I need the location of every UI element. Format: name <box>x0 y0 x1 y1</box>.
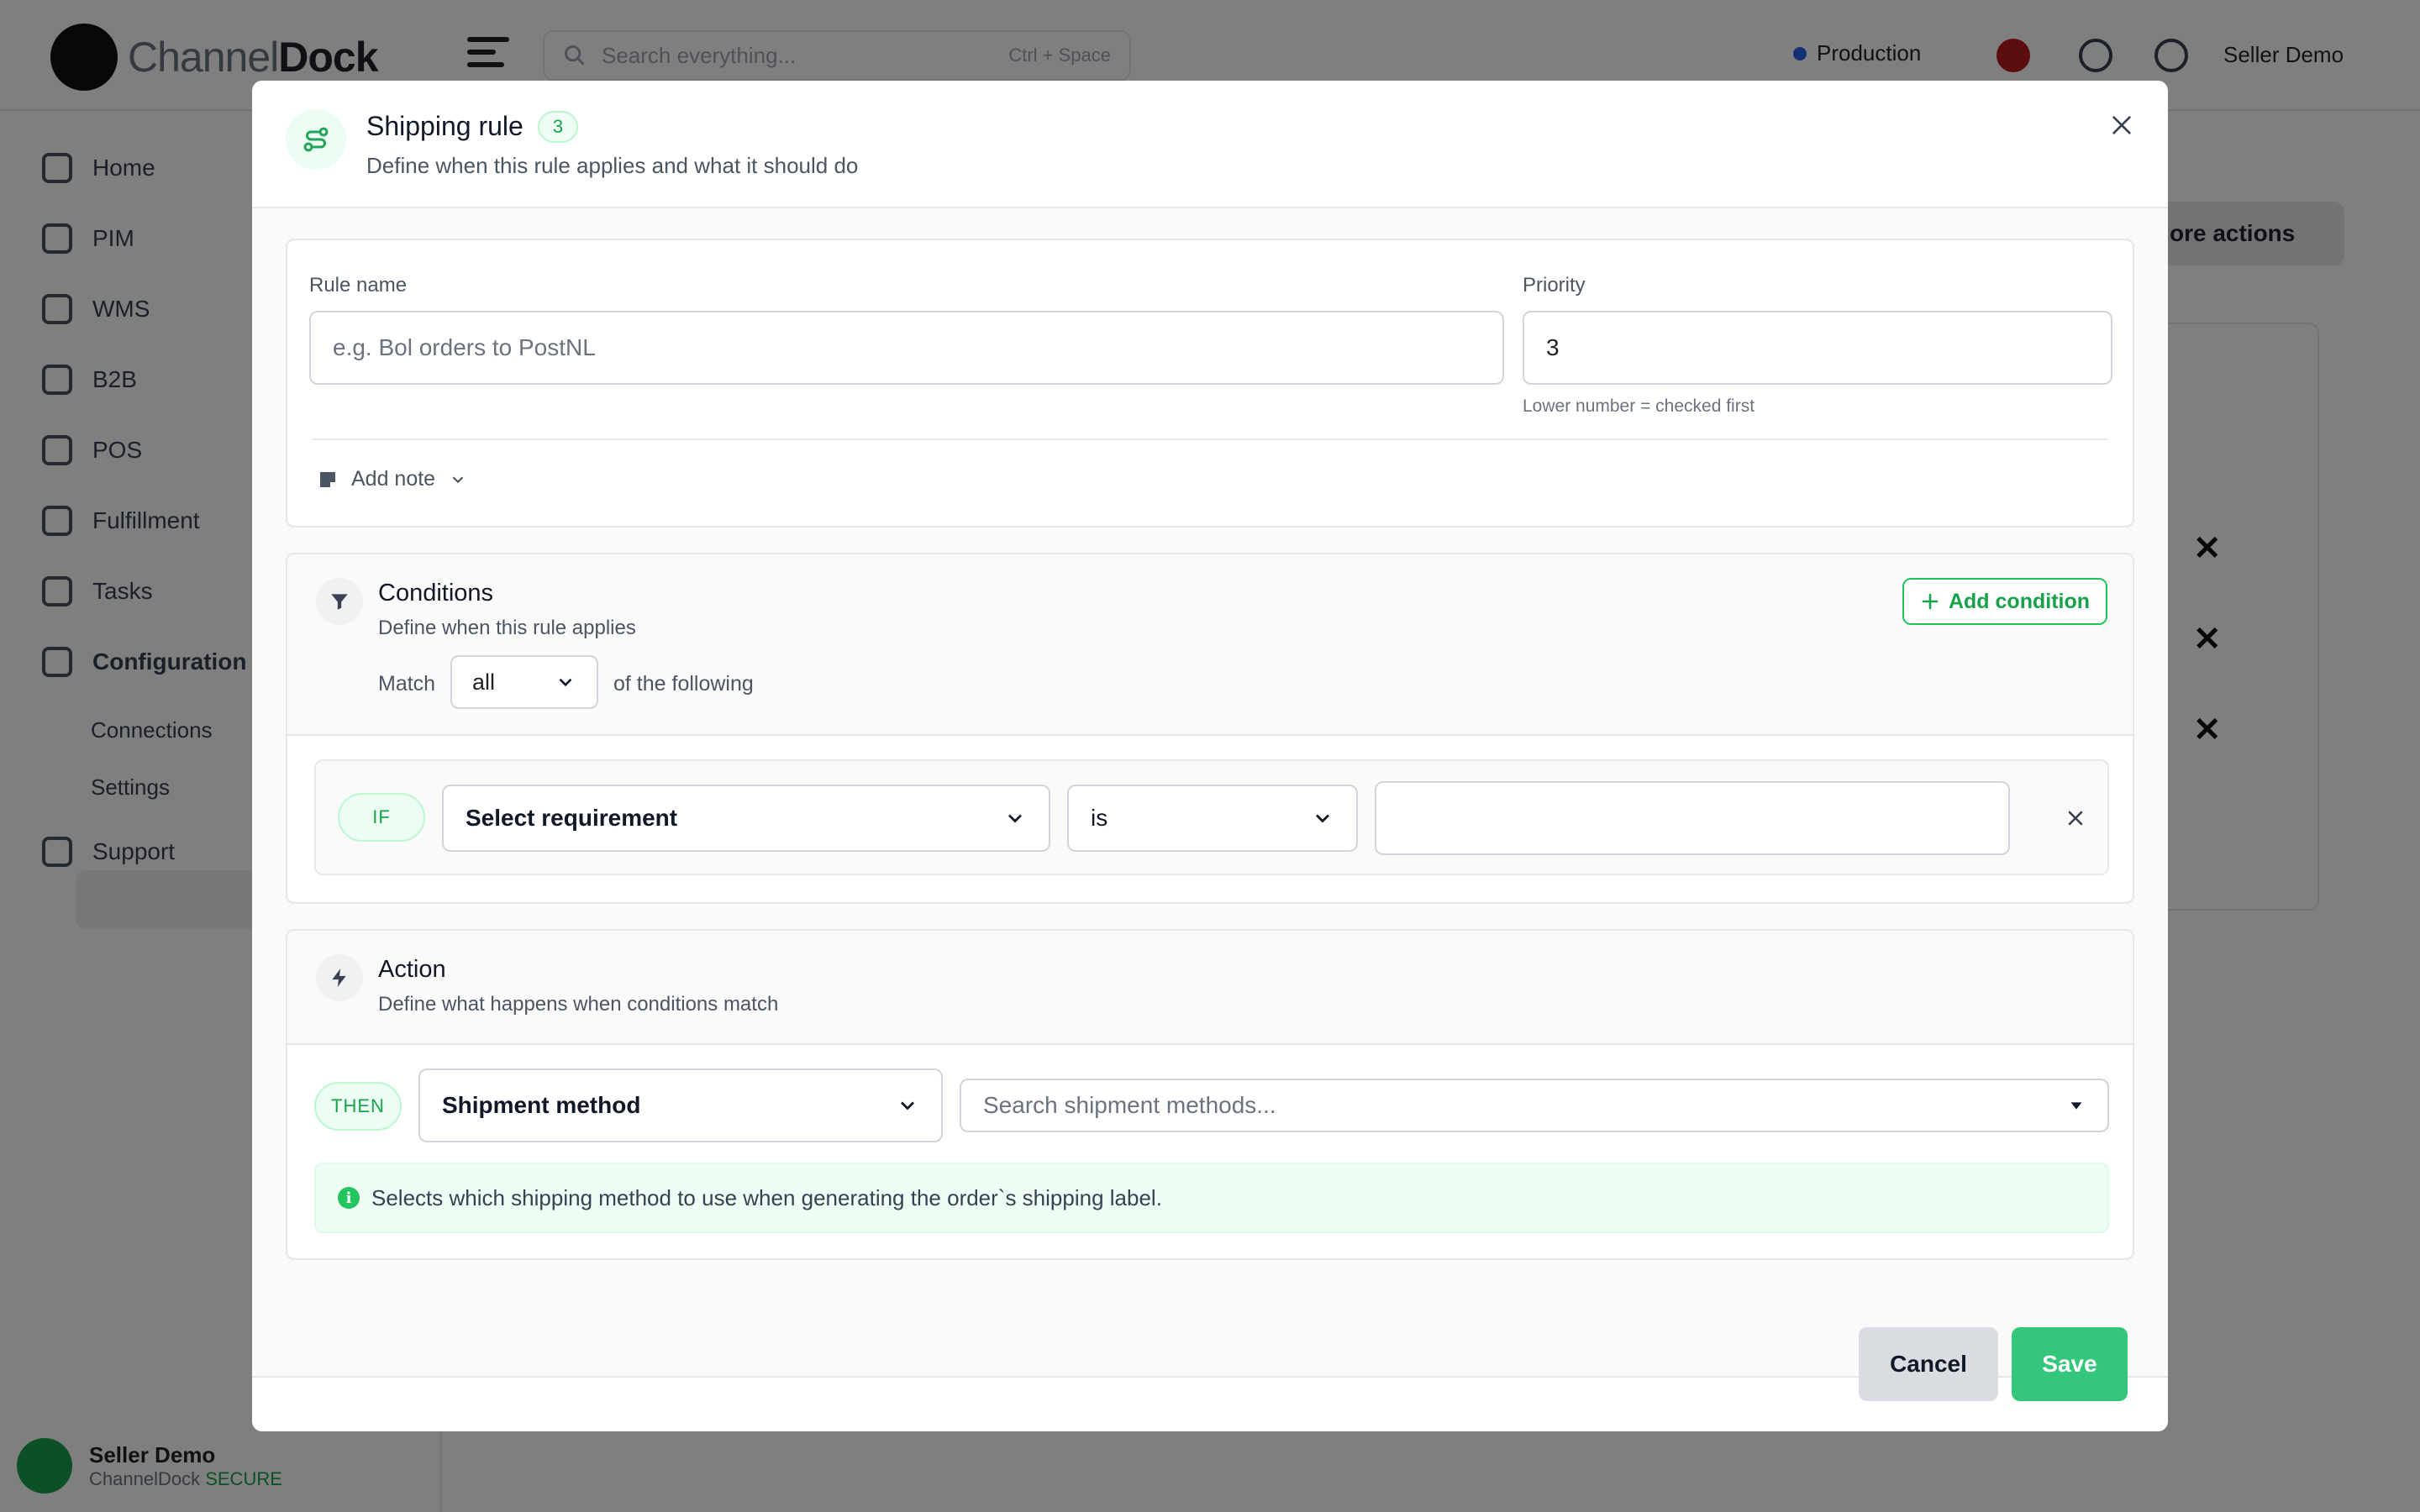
chevron-down-icon <box>559 678 572 687</box>
then-pill: THEN <box>314 1082 402 1131</box>
action-info-box: i Selects which shipping method to use w… <box>314 1163 2109 1233</box>
add-note-toggle[interactable]: Add note <box>318 467 467 491</box>
conditions-title: Conditions <box>378 580 494 606</box>
action-info-text: Selects which shipping method to use whe… <box>371 1184 1162 1210</box>
close-modal-button[interactable] <box>2101 104 2143 146</box>
save-button[interactable]: Save <box>2012 1327 2128 1401</box>
close-icon <box>2112 116 2131 134</box>
condition-value-input[interactable] <box>1375 781 2010 855</box>
requirement-select[interactable]: Select requirement <box>442 785 1050 852</box>
action-card: Action Define what happens when conditio… <box>286 929 2134 1260</box>
divider <box>313 438 2107 440</box>
remove-condition-button[interactable] <box>2057 800 2094 837</box>
rule-name-label: Rule name <box>309 274 408 297</box>
chevron-down-icon <box>1316 814 1329 823</box>
priority-label: Priority <box>1523 274 1586 297</box>
route-icon <box>286 109 346 170</box>
cancel-button[interactable]: Cancel <box>1859 1327 1998 1401</box>
rule-name-input[interactable]: e.g. Bol orders to PostNL <box>309 311 1504 385</box>
close-icon <box>2068 811 2083 826</box>
operator-select[interactable]: is <box>1067 785 1358 852</box>
action-header: Action Define what happens when conditio… <box>287 931 2133 1045</box>
priority-badge: 3 <box>538 111 578 143</box>
action-title: Action <box>378 956 446 983</box>
if-pill: IF <box>338 793 425 842</box>
chevron-down-icon <box>901 1101 914 1110</box>
lightning-icon <box>316 954 363 1001</box>
shipment-method-search[interactable]: Search shipment methods... <box>960 1079 2109 1132</box>
priority-hint: Lower number = checked first <box>1523 396 1755 416</box>
action-subtitle: Define what happens when conditions matc… <box>378 993 779 1016</box>
action-type-select[interactable]: Shipment method <box>418 1068 943 1142</box>
modal-header: Shipping rule 3 Define when this rule ap… <box>252 81 2168 208</box>
match-label: Match <box>378 672 436 696</box>
match-tail: of the following <box>613 672 754 696</box>
chevron-down-icon <box>452 475 464 483</box>
conditions-subtitle: Define when this rule applies <box>378 617 636 639</box>
shipping-rule-modal: Shipping rule 3 Define when this rule ap… <box>252 81 2168 1431</box>
add-condition-button[interactable]: Add condition <box>1902 578 2107 625</box>
match-select[interactable]: all <box>450 655 598 709</box>
chevron-down-icon <box>1008 814 1022 823</box>
priority-input[interactable]: 3 <box>1523 311 2112 385</box>
filter-icon <box>316 578 363 625</box>
modal-subtitle: Define when this rule applies and what i… <box>366 153 859 178</box>
note-icon <box>320 471 335 487</box>
conditions-card: Conditions Define when this rule applies… <box>286 553 2134 904</box>
modal-body: Rule name e.g. Bol orders to PostNL Prio… <box>252 208 2168 1376</box>
general-card: Rule name e.g. Bol orders to PostNL Prio… <box>286 239 2134 528</box>
plus-icon <box>1922 593 1939 610</box>
condition-row: IF Select requirement is <box>314 759 2109 875</box>
info-icon: i <box>338 1187 360 1209</box>
conditions-header: Conditions Define when this rule applies… <box>287 554 2133 736</box>
caret-down-icon <box>2070 1102 2082 1110</box>
modal-title: Shipping rule <box>366 111 523 141</box>
